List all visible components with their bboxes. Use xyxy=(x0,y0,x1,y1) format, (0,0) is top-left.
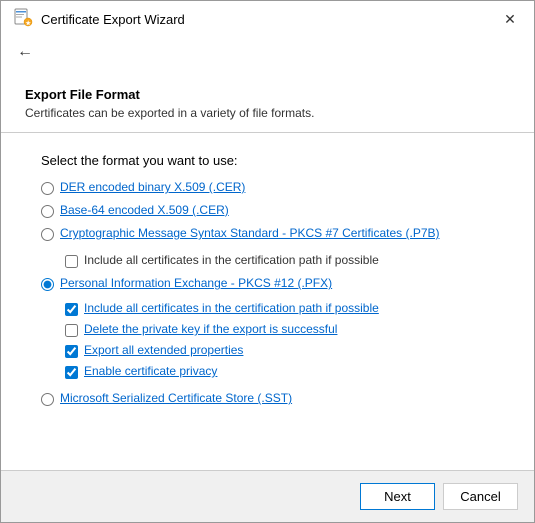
next-button[interactable]: Next xyxy=(360,483,435,510)
pkcs12-include-all-item[interactable]: Include all certificates in the certific… xyxy=(65,301,494,316)
format-base64[interactable]: Base-64 encoded X.509 (.CER) xyxy=(41,203,494,218)
dialog-window: ★ Certificate Export Wizard ✕ ← Export F… xyxy=(0,0,535,523)
format-pkcs12[interactable]: Personal Information Exchange - PKCS #12… xyxy=(41,276,494,291)
pkcs12-include-all-checkbox[interactable] xyxy=(65,303,78,316)
pkcs7-include-all-label[interactable]: Include all certificates in the certific… xyxy=(84,253,379,267)
pkcs7-include-all-item[interactable]: Include all certificates in the certific… xyxy=(65,253,494,268)
footer: Next Cancel xyxy=(1,470,534,522)
header-section: Export File Format Certificates can be e… xyxy=(1,71,534,133)
base64-radio[interactable] xyxy=(41,205,54,218)
pkcs12-export-extended-label[interactable]: Export all extended properties xyxy=(84,343,243,357)
sst-label[interactable]: Microsoft Serialized Certificate Store (… xyxy=(60,391,292,405)
sst-radio[interactable] xyxy=(41,393,54,406)
pkcs7-label[interactable]: Cryptographic Message Syntax Standard - … xyxy=(60,226,440,240)
der-radio[interactable] xyxy=(41,182,54,195)
title-bar: ★ Certificate Export Wizard ✕ xyxy=(1,1,534,37)
format-radio-group: DER encoded binary X.509 (.CER) Base-64 … xyxy=(41,180,494,406)
pkcs12-delete-private-label[interactable]: Delete the private key if the export is … xyxy=(84,322,337,336)
close-button[interactable]: ✕ xyxy=(498,7,522,31)
header-description: Certificates can be exported in a variet… xyxy=(25,106,510,120)
pkcs12-enable-privacy-label[interactable]: Enable certificate privacy xyxy=(84,364,217,378)
pkcs12-enable-privacy-item[interactable]: Enable certificate privacy xyxy=(65,364,494,379)
content-area: Export File Format Certificates can be e… xyxy=(1,71,534,470)
cancel-button[interactable]: Cancel xyxy=(443,483,518,510)
format-pkcs7[interactable]: Cryptographic Message Syntax Standard - … xyxy=(41,226,494,241)
pkcs12-enable-privacy-checkbox[interactable] xyxy=(65,366,78,379)
format-der[interactable]: DER encoded binary X.509 (.CER) xyxy=(41,180,494,195)
svg-text:★: ★ xyxy=(26,20,32,27)
pkcs12-export-extended-item[interactable]: Export all extended properties xyxy=(65,343,494,358)
base64-label[interactable]: Base-64 encoded X.509 (.CER) xyxy=(60,203,229,217)
pkcs12-delete-private-item[interactable]: Delete the private key if the export is … xyxy=(65,322,494,337)
nav-bar: ← xyxy=(1,37,534,71)
pkcs12-label[interactable]: Personal Information Exchange - PKCS #12… xyxy=(60,276,332,290)
main-section: Select the format you want to use: DER e… xyxy=(1,133,534,470)
dialog-title: Certificate Export Wizard xyxy=(41,12,185,27)
pkcs12-export-extended-checkbox[interactable] xyxy=(65,345,78,358)
format-sst[interactable]: Microsoft Serialized Certificate Store (… xyxy=(41,391,494,406)
section-label: Select the format you want to use: xyxy=(41,153,494,168)
pkcs12-radio[interactable] xyxy=(41,278,54,291)
pkcs12-delete-private-checkbox[interactable] xyxy=(65,324,78,337)
pkcs7-radio[interactable] xyxy=(41,228,54,241)
wizard-icon: ★ xyxy=(13,8,33,31)
pkcs12-suboptions: Include all certificates in the certific… xyxy=(65,301,494,379)
der-label[interactable]: DER encoded binary X.509 (.CER) xyxy=(60,180,245,194)
pkcs12-include-all-label[interactable]: Include all certificates in the certific… xyxy=(84,301,379,315)
pkcs7-include-all-checkbox[interactable] xyxy=(65,255,78,268)
title-left: ★ Certificate Export Wizard xyxy=(13,8,185,31)
back-button[interactable]: ← xyxy=(13,41,37,63)
pkcs7-suboptions: Include all certificates in the certific… xyxy=(65,253,494,268)
header-title: Export File Format xyxy=(25,87,510,102)
